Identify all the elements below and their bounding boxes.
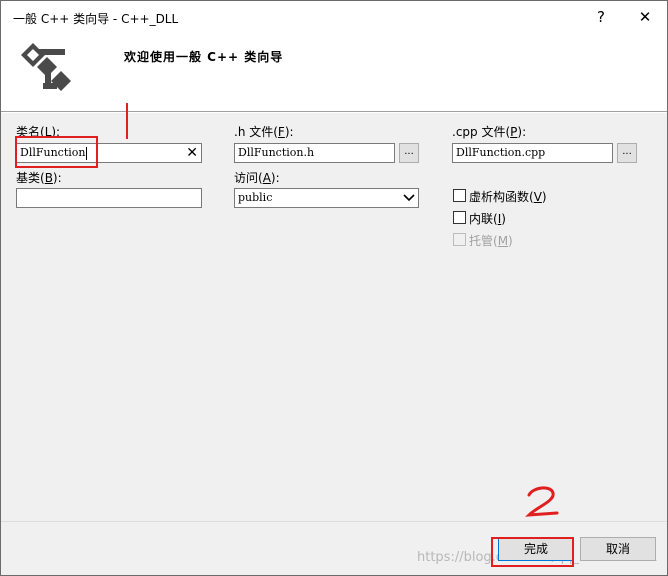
base-class-input[interactable] [16,188,202,208]
cpp-file-browse-button[interactable]: ... [617,143,637,163]
access-label: 访问(A): [234,171,280,185]
welcome-heading: 欢迎使用一般 C++ 类向导 [124,50,284,64]
wizard-body: 类名(L): DllFunction ✕ .h 文件(F): DllFuncti… [1,113,667,521]
window-title: 一般 C++ 类向导 - C++_DLL [13,12,179,26]
annotation-box-class-name [15,136,98,168]
class-wizard-logo-icon [21,43,71,91]
cpp-file-input[interactable]: DllFunction.cpp [452,143,613,163]
h-file-browse-button[interactable]: ... [399,143,419,163]
cancel-button[interactable]: 取消 [580,537,656,561]
managed-checkbox [453,233,466,246]
virtual-destructor-checkbox[interactable] [453,189,466,202]
wizard-window: 一般 C++ 类向导 - C++_DLL ? ✕ 欢迎使用一般 C++ 类向导 … [0,0,668,576]
annotation-box-finish [491,537,574,567]
h-file-input[interactable]: DllFunction.h [234,143,395,163]
h-file-label: .h 文件(F): [234,125,294,139]
cpp-file-label: .cpp 文件(P): [452,125,527,139]
clear-icon[interactable]: ✕ [186,144,198,162]
inline-checkbox[interactable] [453,211,466,224]
annotation-mark-1 [126,103,128,139]
managed-label: 托管(M) [469,234,513,248]
base-class-label: 基类(B): [16,171,62,185]
title-bar: 一般 C++ 类向导 - C++_DLL ? ✕ [1,1,667,33]
inline-label: 内联(I) [469,212,506,226]
chevron-down-icon [403,194,415,202]
virtual-destructor-label: 虚析构函数(V) [469,190,547,204]
annotation-mark-2 [525,486,559,517]
access-select[interactable]: public [234,188,419,208]
close-button[interactable]: ✕ [633,5,657,29]
help-button[interactable]: ? [589,5,613,29]
wizard-banner: 欢迎使用一般 C++ 类向导 [1,33,667,112]
